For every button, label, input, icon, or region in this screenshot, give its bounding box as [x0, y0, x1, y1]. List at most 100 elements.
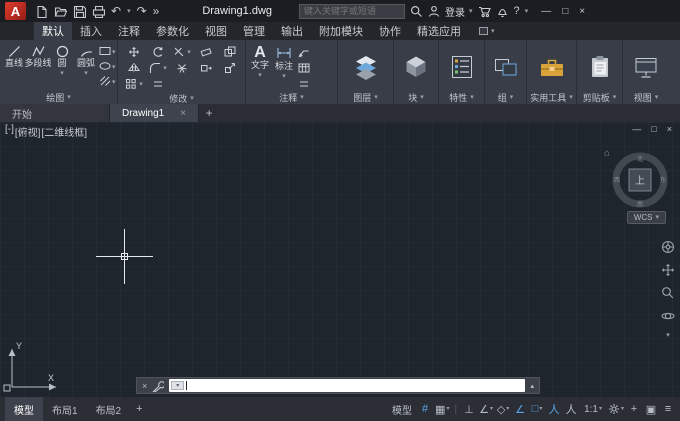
command-input[interactable] — [189, 381, 523, 391]
new-layout-button[interactable]: + — [130, 403, 148, 415]
line-tool[interactable]: 直线 — [2, 42, 26, 91]
compass-south[interactable]: 南 — [637, 200, 643, 208]
ribbon-collapse-button[interactable]: ▾ — [475, 22, 499, 40]
ribbon-tab-view[interactable]: 视图 — [197, 22, 235, 40]
graphics-performance-toggle[interactable]: ▣ — [644, 400, 658, 418]
clipboard-icon[interactable] — [586, 54, 614, 80]
orbit-icon[interactable] — [661, 309, 675, 323]
search-icon[interactable] — [410, 5, 423, 18]
navbar-more-icon[interactable]: ▾ — [666, 332, 670, 339]
doc-restore-button[interactable]: □ — [651, 124, 656, 134]
ellipse-tool-icon[interactable] — [99, 60, 111, 72]
wcs-selector[interactable]: WCS▾ — [627, 211, 666, 224]
annotation-monitor-toggle[interactable]: + — [627, 400, 641, 418]
notifications-icon[interactable] — [496, 5, 509, 18]
close-button[interactable]: × — [579, 6, 585, 17]
file-tab-start[interactable]: 开始 — [0, 104, 110, 122]
polyline-tool[interactable]: 多段线 — [26, 42, 50, 91]
scale-tool[interactable] — [218, 60, 242, 76]
viewcube-home-icon[interactable]: ⌂ — [604, 148, 610, 159]
undo-caret-icon[interactable]: ▾ — [127, 8, 131, 15]
compass-north[interactable]: 北 — [637, 155, 643, 163]
annotation-autoscale-toggle[interactable]: 人 — [564, 400, 578, 418]
ribbon-tab-annotate[interactable]: 注释 — [110, 22, 148, 40]
arc-tool[interactable]: 圆弧▾ — [74, 42, 98, 91]
text-tool[interactable]: A文字▾ — [248, 42, 272, 91]
file-tab-close-icon[interactable]: × — [180, 108, 186, 119]
command-line[interactable]: × ▾ ▴ — [136, 377, 540, 394]
new-file-icon[interactable] — [35, 5, 48, 18]
viewcube[interactable]: 上 北 东 南 西 — [612, 152, 668, 208]
visual-style-control[interactable]: [二维线框] — [41, 124, 87, 139]
dimension-tool[interactable]: 标注▾ — [272, 42, 296, 91]
restore-button[interactable]: □ — [562, 6, 568, 17]
compass-west[interactable]: 西 — [614, 177, 620, 184]
view-icon[interactable] — [632, 54, 660, 80]
panel-title-layers[interactable]: 图层▾ — [338, 91, 393, 104]
panel-title-block[interactable]: 块▾ — [394, 91, 438, 104]
ribbon-tab-collaborate[interactable]: 协作 — [371, 22, 409, 40]
groups-icon[interactable] — [492, 54, 520, 80]
panel-title-clipboard[interactable]: 剪贴板▾ — [577, 91, 622, 104]
doc-close-button[interactable]: × — [667, 124, 672, 134]
offset-tool[interactable] — [146, 76, 170, 92]
rectangle-tool-icon[interactable] — [99, 45, 111, 57]
app-menu-button[interactable]: A — [5, 2, 26, 20]
minimize-button[interactable]: — — [541, 6, 551, 17]
annotation-visibility-toggle[interactable]: 人 — [547, 400, 561, 418]
plot-icon[interactable] — [92, 5, 105, 18]
layout-tab-layout2[interactable]: 布局2 — [87, 397, 131, 421]
search-input[interactable] — [304, 6, 400, 16]
array-tool[interactable]: ▾ — [122, 76, 146, 92]
properties-icon[interactable] — [448, 54, 476, 80]
sign-in-button[interactable]: 登录 ▾ — [428, 4, 473, 19]
panel-title-utilities[interactable]: 实用工具▾ — [527, 91, 576, 104]
block-icon[interactable] — [402, 54, 430, 80]
stretch-tool[interactable] — [194, 60, 218, 76]
command-recent-icon[interactable]: ▾ — [171, 381, 184, 390]
rotate-tool[interactable] — [146, 44, 170, 60]
save-icon[interactable] — [73, 5, 86, 18]
file-tab-drawing1[interactable]: Drawing1× — [110, 104, 199, 122]
command-close-icon[interactable]: × — [142, 381, 147, 391]
ortho-toggle[interactable]: ⊥ — [462, 400, 476, 418]
object-snap-tracking-toggle[interactable]: ∠ — [513, 400, 527, 418]
panel-title-properties[interactable]: 特性▾ — [439, 91, 484, 104]
object-snap-toggle[interactable]: □▾ — [530, 400, 544, 418]
utilities-icon[interactable] — [538, 54, 566, 80]
fillet-tool[interactable]: ▾ — [146, 60, 170, 76]
mirror-tool[interactable] — [122, 60, 146, 76]
redo-icon[interactable]: ↷ — [137, 5, 147, 17]
undo-icon[interactable]: ↶ — [111, 5, 121, 17]
doc-minimize-button[interactable]: — — [632, 124, 641, 134]
app-store-icon[interactable] — [478, 5, 491, 18]
trim-tool[interactable]: ▾ — [170, 44, 194, 60]
steering-wheel-icon[interactable] — [661, 240, 675, 254]
layout-tab-layout1[interactable]: 布局1 — [43, 397, 87, 421]
help-icon[interactable]: ? — [514, 5, 520, 17]
layout-tab-model[interactable]: 模型 — [5, 397, 43, 421]
ribbon-tab-manage[interactable]: 管理 — [235, 22, 273, 40]
leader-tool-icon[interactable] — [298, 46, 310, 58]
panel-title-annotation[interactable]: 注释▾ — [246, 91, 337, 104]
model-space-toggle[interactable]: 模型 — [389, 400, 415, 418]
view-control[interactable]: [俯视] — [15, 124, 41, 139]
new-drawing-tab-button[interactable]: + — [199, 104, 219, 122]
viewcube-top-face[interactable]: 上 — [635, 175, 645, 187]
explode-tool[interactable] — [170, 60, 194, 76]
command-input-field[interactable]: ▾ — [169, 379, 525, 392]
drawing-viewport[interactable]: [-] [俯视] [二维线框] — □ × ⌂ 上 北 东 南 西 WCS▾ ▾ — [0, 122, 680, 397]
zoom-icon[interactable] — [661, 286, 675, 300]
polar-tracking-toggle[interactable]: ∠▾ — [479, 400, 493, 418]
open-file-icon[interactable] — [54, 5, 67, 18]
panel-title-groups[interactable]: 组▾ — [485, 91, 526, 104]
circle-tool[interactable]: 圆▾ — [50, 42, 74, 91]
ribbon-tab-output[interactable]: 输出 — [273, 22, 311, 40]
dimension-style-icon[interactable] — [298, 78, 310, 90]
help-caret-icon[interactable]: ▾ — [525, 8, 529, 15]
panel-title-modify[interactable]: 修改▾ — [118, 92, 245, 104]
copy-tool[interactable] — [218, 44, 242, 60]
table-tool-icon[interactable] — [298, 62, 310, 74]
ribbon-tab-parametric[interactable]: 参数化 — [148, 22, 197, 40]
compass-east[interactable]: 东 — [660, 176, 666, 184]
